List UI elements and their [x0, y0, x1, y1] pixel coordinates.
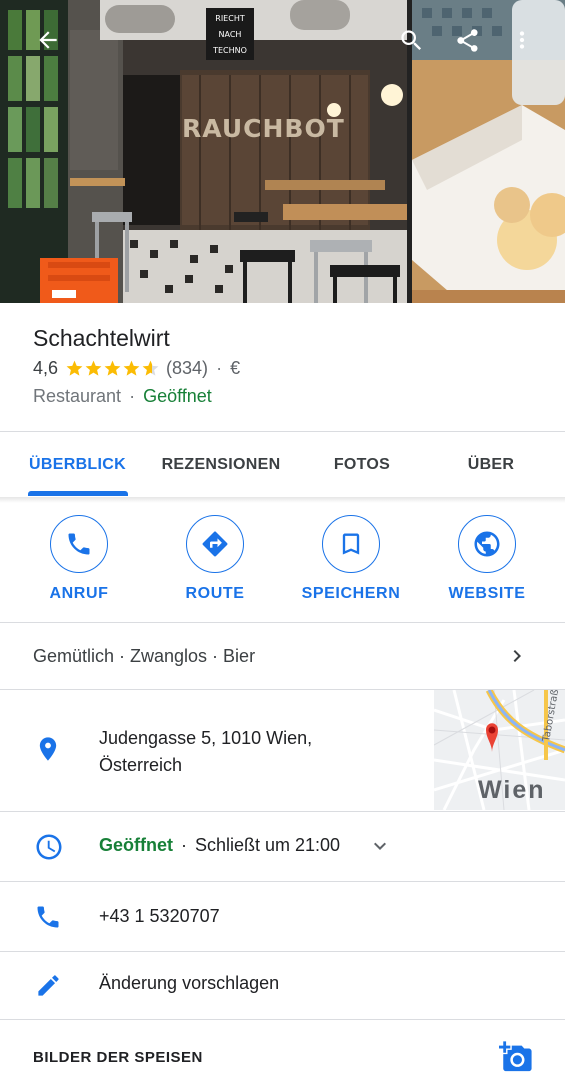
phone-icon: [37, 906, 59, 928]
search-button[interactable]: [391, 20, 431, 60]
place-header: Schachtelwirt 4,6 (834) · € Restaurant ·…: [0, 303, 565, 431]
active-tab-indicator: [28, 491, 128, 496]
wall-text: RAUCHBOT: [182, 114, 345, 143]
directions-icon: [202, 531, 228, 557]
tab-overview[interactable]: ÜBERBLICK: [0, 432, 155, 498]
svg-text:TECHNO: TECHNO: [212, 46, 247, 55]
svg-text:RIECHT: RIECHT: [215, 14, 245, 23]
tabs-shadow: [0, 497, 565, 503]
address-text: Judengasse 5, 1010 Wien, Österreich: [99, 725, 399, 779]
attributes-text: Gemütlich · Zwanglos · Bier: [33, 645, 256, 666]
share-button[interactable]: [447, 20, 487, 60]
hours-separator: ·: [181, 835, 187, 855]
route-label: ROUTE: [185, 585, 245, 602]
tab-photos[interactable]: FOTOS: [287, 432, 437, 498]
food-photo[interactable]: [412, 0, 565, 303]
address-row[interactable]: Judengasse 5, 1010 Wien, Österreich Tabo…: [0, 690, 565, 811]
phone-icon: [68, 533, 90, 555]
tab-reviews[interactable]: REZENSIONEN: [155, 432, 287, 498]
save-button-circle[interactable]: [322, 515, 380, 573]
hero-photos[interactable]: RAUCHBOT RIECHT NACH TECHNO: [0, 0, 565, 303]
pencil-icon: [38, 975, 59, 996]
bookmark-icon: [342, 533, 360, 555]
chevron-right-icon: [513, 650, 521, 662]
action-buttons: ANRUF ROUTE SPEICHERN WEBSITE: [0, 515, 565, 620]
rating-value: 4,6: [33, 358, 59, 378]
category-row: Restaurant · Geöffnet: [33, 386, 212, 407]
hours-open-status: Geöffnet: [99, 835, 173, 855]
save-label: SPEICHERN: [301, 585, 401, 602]
save-button[interactable]: SPEICHERN: [286, 515, 416, 603]
website-button[interactable]: WEBSITE: [422, 515, 552, 603]
price-level: €: [230, 358, 241, 378]
attributes-row[interactable]: Gemütlich · Zwanglos · Bier: [0, 623, 565, 689]
call-button-circle[interactable]: [50, 515, 108, 573]
chevron-down-icon[interactable]: [368, 834, 392, 858]
map-city-label: Wien: [478, 776, 546, 804]
food-photos-section: BILDER DER SPEISEN: [0, 1020, 565, 1080]
website-button-circle[interactable]: [458, 515, 516, 573]
suggest-edit-label: Änderung vorschlagen: [99, 973, 280, 993]
location-pin-icon: [39, 737, 57, 761]
suggest-edit-row[interactable]: Änderung vorschlagen: [0, 952, 565, 1019]
search-icon: [400, 29, 421, 50]
separator-dot: ·: [129, 386, 136, 406]
hours-text: Geöffnet · Schließt um 21:00: [99, 835, 340, 856]
tab-about[interactable]: ÜBER: [437, 432, 545, 498]
review-count: (834): [166, 358, 209, 378]
star-icon: [104, 360, 121, 376]
hours-row[interactable]: Geöffnet · Schließt um 21:00: [0, 812, 565, 881]
svg-text:NACH: NACH: [219, 30, 242, 39]
place-name: Schachtelwirt: [33, 325, 170, 351]
open-status: Geöffnet: [143, 386, 212, 406]
star-icon: [66, 360, 83, 376]
rating-stars: [65, 359, 160, 378]
tab-bar: ÜBERBLICK REZENSIONEN FOTOS ÜBER: [0, 432, 565, 498]
rating-row[interactable]: 4,6 (834) · €: [33, 358, 240, 379]
star-half-icon: [142, 360, 159, 376]
star-icon: [123, 360, 140, 376]
call-button[interactable]: ANRUF: [14, 515, 144, 603]
phone-row[interactable]: +43 1 5320707: [0, 882, 565, 951]
place-category: Restaurant: [33, 386, 122, 406]
arrow-back-icon: [39, 31, 57, 49]
add-photo-icon[interactable]: [498, 1040, 534, 1074]
section-title: BILDER DER SPEISEN: [33, 1049, 203, 1066]
clock-icon: [36, 834, 62, 860]
phone-number: +43 1 5320707: [99, 906, 220, 926]
more-vert-icon: [519, 31, 525, 49]
address-line1: Judengasse 5, 1010 Wien,: [99, 728, 313, 748]
address-line2: Österreich: [99, 755, 183, 775]
more-options-button[interactable]: [502, 20, 542, 60]
star-icon: [85, 360, 102, 376]
back-button[interactable]: [28, 20, 68, 60]
route-button[interactable]: ROUTE: [150, 515, 280, 603]
globe-icon: [474, 531, 500, 557]
separator-dot: ·: [216, 358, 223, 378]
call-label: ANRUF: [49, 585, 109, 602]
route-button-circle[interactable]: [186, 515, 244, 573]
hours-closing-time: Schließt um 21:00: [195, 835, 341, 855]
website-label: WEBSITE: [448, 585, 526, 602]
share-icon: [456, 28, 478, 52]
